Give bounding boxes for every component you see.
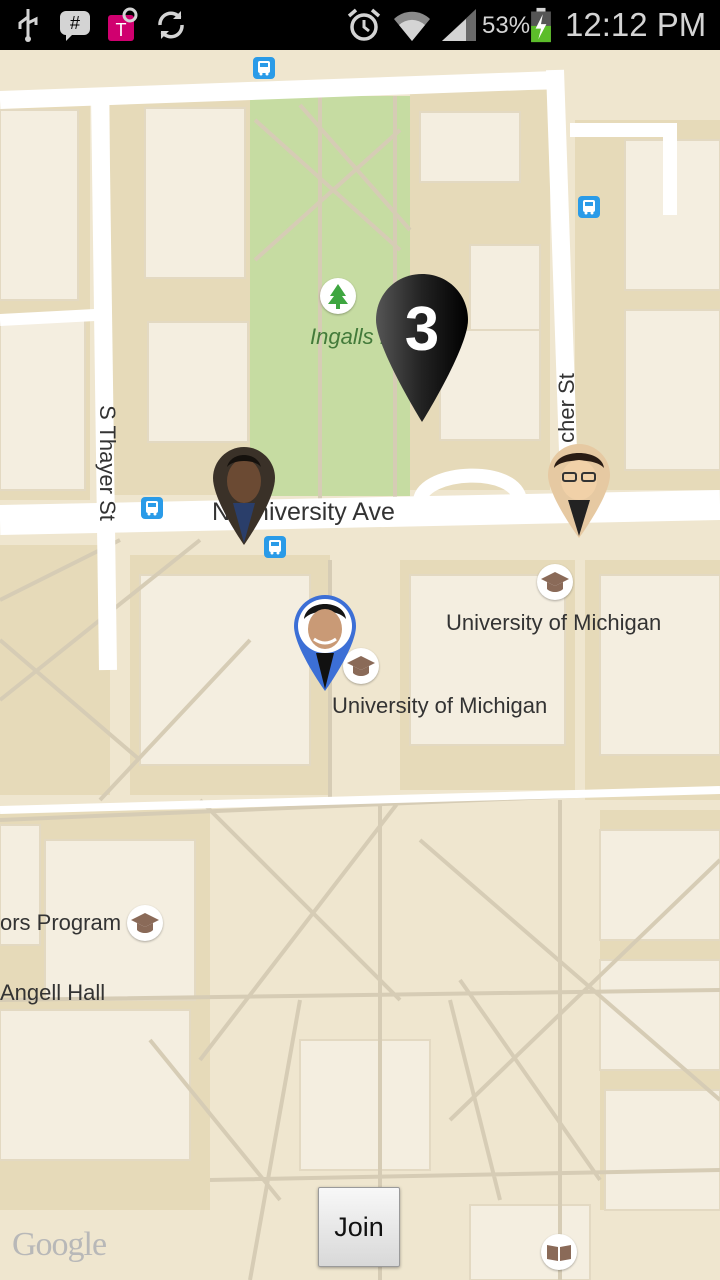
usb-icon bbox=[18, 9, 38, 42]
google-attribution: Google bbox=[12, 1226, 107, 1263]
user-avatar-marker[interactable] bbox=[211, 445, 277, 549]
place-label-angell: Angell Hall bbox=[0, 980, 106, 1005]
wifi-icon bbox=[394, 11, 430, 42]
street-label-thayer: S Thayer St bbox=[95, 405, 120, 521]
university-icon-3[interactable] bbox=[127, 905, 163, 941]
university-icon-1[interactable] bbox=[537, 564, 573, 600]
user-avatar-marker[interactable] bbox=[546, 442, 612, 540]
library-icon[interactable] bbox=[541, 1234, 577, 1270]
battery-icon bbox=[531, 7, 551, 43]
clock: 12:12 PM bbox=[565, 6, 707, 43]
signal-icon bbox=[442, 9, 476, 41]
messaging-icon: # bbox=[60, 11, 90, 41]
map-view[interactable]: S Thayer St N University Ave cher St Ing… bbox=[0, 50, 720, 1280]
alarm-icon bbox=[347, 8, 381, 41]
carrier-icon: T bbox=[108, 7, 138, 41]
place-label-umich-2: University of Michigan bbox=[332, 693, 548, 718]
cluster-count: 3 bbox=[405, 295, 439, 364]
place-label-honors: ors Program bbox=[0, 910, 122, 935]
user-avatar-marker[interactable] bbox=[292, 593, 358, 695]
status-bar: # T 53% 12:12 PM bbox=[0, 0, 720, 50]
bus-stop-icon[interactable] bbox=[578, 196, 600, 218]
svg-text:#: # bbox=[70, 13, 80, 33]
cluster-marker[interactable]: 3 bbox=[374, 272, 470, 424]
place-label-umich-1: University of Michigan bbox=[446, 610, 662, 635]
park-icon[interactable] bbox=[320, 278, 356, 314]
bus-stop-icon[interactable] bbox=[253, 57, 275, 79]
bus-stop-icon[interactable] bbox=[141, 497, 163, 519]
sync-icon bbox=[158, 11, 184, 39]
battery-percent: 53% bbox=[482, 12, 531, 39]
join-button[interactable]: Join bbox=[318, 1187, 400, 1267]
svg-text:T: T bbox=[116, 20, 127, 40]
